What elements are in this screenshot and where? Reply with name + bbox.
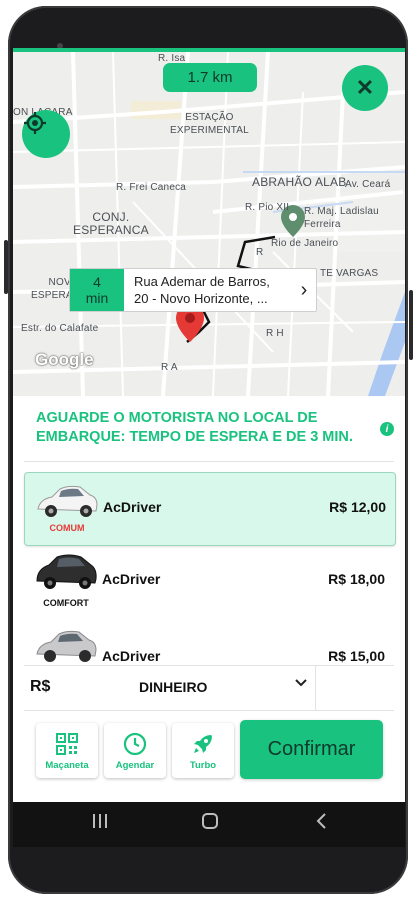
option-name: AcDriver xyxy=(102,571,161,587)
payment-row: R$ DINHEIRO xyxy=(24,665,394,711)
back-icon[interactable] xyxy=(313,812,331,835)
map-label: TE VARGAS xyxy=(320,268,379,279)
wait-notice: AGUARDE O MOTORISTA NO LOCAL DE EMBARQUE… xyxy=(36,410,353,445)
service-label: Agendar xyxy=(115,760,155,771)
map-label: R. Frei Caneca xyxy=(116,182,187,193)
map-view[interactable]: R. Isa ON LACARA ESTAÇÃO EXPERIMENTAL R.… xyxy=(13,52,405,396)
option-price: R$ 12,00 xyxy=(329,499,386,515)
confirm-button[interactable]: Confirmar xyxy=(240,720,383,779)
home-icon[interactable] xyxy=(201,812,219,835)
chevron-down-icon xyxy=(294,676,308,693)
pickup-address: Rua Ademar de Barros, 20 - Novo Horizont… xyxy=(124,269,292,311)
service-button-agendar[interactable]: Agendar xyxy=(104,723,166,778)
map-label: R H xyxy=(266,328,284,339)
service-button-turbo[interactable]: Turbo xyxy=(172,723,234,778)
car-tag: COMUM xyxy=(49,523,85,533)
rocket-icon xyxy=(191,731,215,757)
service-label: Maçaneta xyxy=(45,760,89,771)
option-price: R$ 18,00 xyxy=(328,571,385,587)
locate-button[interactable] xyxy=(22,110,70,158)
car-icon xyxy=(33,624,99,665)
payment-method: DINHEIRO xyxy=(139,679,208,695)
pickup-address-line2: 20 - Novo Horizonte, ... xyxy=(134,291,268,306)
map-label: R xyxy=(256,247,264,258)
map-label: CONJ. ESPERANCA xyxy=(73,210,149,237)
info-icon[interactable]: i xyxy=(380,422,394,436)
option-price: R$ 15,00 xyxy=(328,648,385,664)
power-button xyxy=(409,290,413,360)
system-nav-bar xyxy=(13,802,405,847)
chevron-right-icon: › xyxy=(300,278,308,301)
car-icon: COMUM xyxy=(34,479,100,539)
map-label: R A xyxy=(161,362,178,373)
close-button[interactable]: ✕ xyxy=(342,65,388,111)
service-button-macaneta[interactable]: Maçaneta xyxy=(36,723,98,778)
car-icon: COMFORT xyxy=(33,551,99,611)
distance-badge: 1.7 km xyxy=(163,63,257,92)
map-label: Rio de Janeiro xyxy=(271,238,339,249)
google-logo: Google xyxy=(35,350,94,369)
option-name: AcDriver xyxy=(103,499,162,515)
car-tag: COMFORT xyxy=(43,598,89,608)
service-label: Turbo xyxy=(189,760,217,771)
recent-apps-icon[interactable] xyxy=(91,812,109,835)
eta-minutes-unit: min xyxy=(85,290,109,306)
qr-code-icon xyxy=(56,731,78,757)
ride-option-third[interactable]: AcDriver R$ 15,00 xyxy=(24,618,394,665)
ride-option-comum[interactable]: COMUM AcDriver R$ 12,00 xyxy=(24,472,396,546)
map-label: R. Pio XII xyxy=(245,202,290,213)
eta-minutes: 4 min xyxy=(70,269,124,311)
eta-minutes-value: 4 xyxy=(93,274,101,290)
map-label: Av. Ceará xyxy=(345,179,391,190)
pickup-eta-card[interactable]: 4 min Rua Ademar de Barros, 20 - Novo Ho… xyxy=(69,268,317,312)
app-screen: R. Isa ON LACARA ESTAÇÃO EXPERIMENTAL R.… xyxy=(13,48,405,802)
volume-button xyxy=(4,240,8,294)
option-name: AcDriver xyxy=(102,648,161,664)
close-icon: ✕ xyxy=(355,75,375,100)
divider xyxy=(315,666,316,710)
map-label: Estr. do Calafate xyxy=(21,323,99,334)
pickup-address-line1: Rua Ademar de Barros, xyxy=(134,274,270,289)
payment-currency: R$ xyxy=(30,678,51,695)
ride-option-comfort[interactable]: COMFORT AcDriver R$ 18,00 xyxy=(24,545,394,617)
gps-locate-icon xyxy=(24,112,46,134)
clock-icon xyxy=(123,731,147,757)
map-label: ESTAÇÃO EXPERIMENTAL xyxy=(170,112,249,136)
map-label: R. Maj. Ladislau Ferreira xyxy=(304,206,379,230)
map-label: ABRAHÃO ALAB xyxy=(252,175,347,189)
divider xyxy=(24,461,394,462)
payment-method-select[interactable]: DINHEIRO xyxy=(124,666,314,710)
